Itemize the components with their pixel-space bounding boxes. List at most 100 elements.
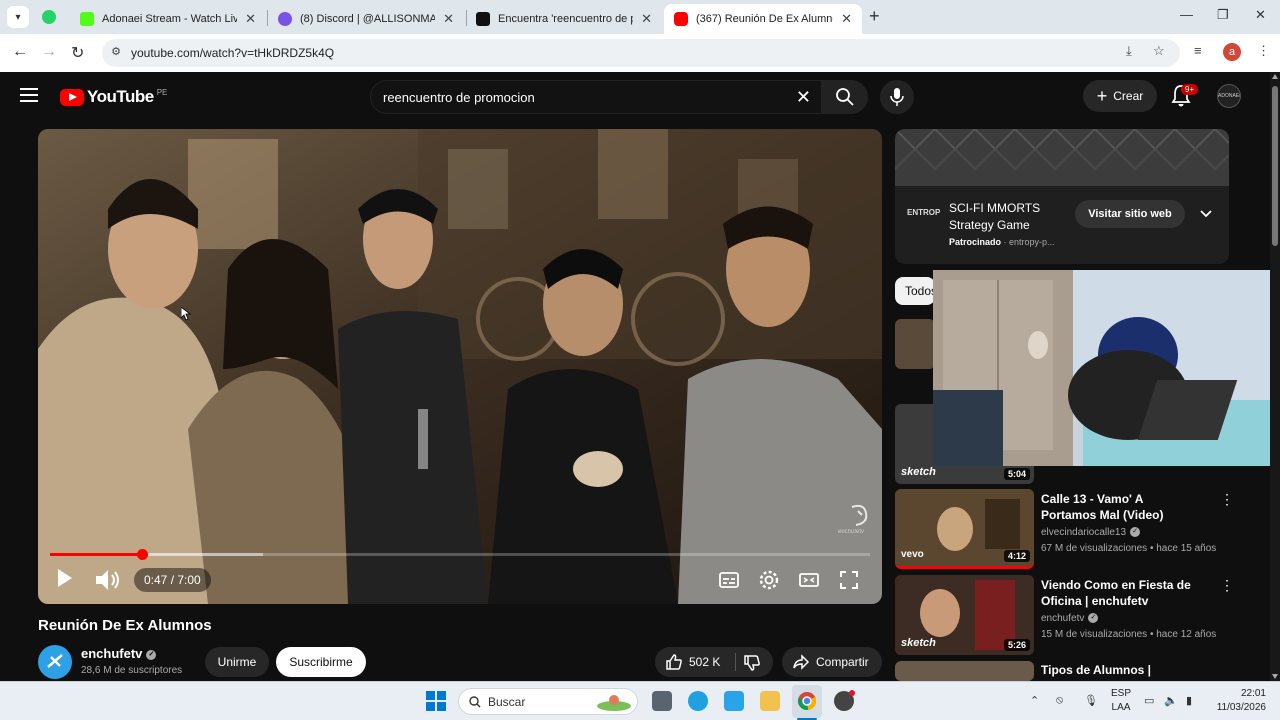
recommendation-channel-name: enchufetv	[1041, 613, 1085, 624]
notifications-badge: 9+	[1181, 84, 1199, 95]
vevo-mark: vevo	[901, 549, 924, 560]
speaker-icon[interactable]: 🔈	[1164, 694, 1178, 707]
recommendation-title[interactable]: Calle 13 - Vamo' A Portamos Mal (Video)	[1041, 491, 1201, 523]
file-explorer-icon[interactable]	[760, 691, 780, 711]
lang-line-2: LAA	[1111, 702, 1131, 713]
like-count[interactable]: 502 K	[689, 655, 720, 669]
close-tab-icon[interactable]: ✕	[443, 11, 454, 27]
task-view-icon[interactable]	[652, 691, 672, 711]
address-bar[interactable]: ⚙ youtube.com/watch?v=tHkDRDZ5k4Q	[102, 39, 1180, 67]
create-button[interactable]: + Crear	[1083, 80, 1157, 112]
chrome-icon[interactable]	[797, 691, 817, 711]
new-tab-button[interactable]: +	[869, 6, 880, 27]
more-actions-icon[interactable]: ⋮	[1220, 662, 1226, 681]
tab-tiktok[interactable]: Encuentra 'reencuentro de pr ✕	[466, 4, 662, 34]
recommendation-thumbnail[interactable]	[895, 319, 935, 369]
theater-mode-icon[interactable]	[798, 569, 820, 591]
ad-card[interactable]: ENTROP SCI-FI MMORTS Strategy Game Patro…	[895, 186, 1229, 264]
forward-button[interactable]: →	[41, 43, 57, 61]
tab-title: (367) Reunión De Ex Alumnos	[696, 13, 834, 25]
store-icon[interactable]	[724, 691, 744, 711]
taskbar-search[interactable]: Buscar	[458, 688, 638, 715]
show-hidden-icons[interactable]: ⌃	[1030, 694, 1039, 707]
clear-search-icon[interactable]: ✕	[796, 87, 811, 108]
tab-search-button[interactable]: ▾	[7, 6, 29, 28]
recommendation-thumbnail[interactable]: vevo 4:12	[895, 489, 1034, 569]
close-tab-icon[interactable]: ✕	[641, 11, 652, 27]
recommendation-title[interactable]: Tipos de Alumnos | enchufetv	[1041, 662, 1201, 681]
scrollbar-thumb[interactable]	[1272, 86, 1278, 246]
guide-menu-icon[interactable]	[20, 88, 38, 102]
video-player[interactable]: enchufetv 0:47 / 7:00	[38, 129, 882, 604]
chip-all[interactable]: Todos	[895, 277, 937, 305]
play-icon[interactable]	[52, 566, 76, 590]
more-actions-icon[interactable]: ⋮	[1220, 491, 1234, 508]
browser-profile-avatar[interactable]: a	[1223, 43, 1241, 61]
windows-start-icon[interactable]	[426, 691, 446, 711]
close-tab-icon[interactable]: ✕	[841, 11, 852, 27]
close-tab-icon[interactable]: ✕	[245, 11, 256, 27]
ad-banner-image[interactable]	[895, 129, 1229, 186]
subscribe-button[interactable]: Suscribirme	[276, 647, 366, 677]
settings-gear-icon[interactable]	[758, 569, 780, 591]
like-icon[interactable]	[665, 653, 683, 671]
recommendation-thumbnail[interactable]	[895, 661, 1034, 681]
recommendation-channel[interactable]: elvecindariocalle13 ✓	[1041, 527, 1141, 538]
bookmark-star-icon[interactable]: ☆	[1153, 43, 1165, 59]
youtube-wordmark: YouTube	[87, 87, 154, 106]
account-avatar[interactable]: ADONAEI	[1217, 84, 1241, 108]
search-input[interactable]: reencuentro de promocion ✕	[370, 80, 822, 114]
scroll-down-arrow-icon[interactable]	[1272, 674, 1278, 679]
youtube-logo[interactable]: YouTube PE	[60, 87, 167, 107]
install-app-icon[interactable]: ⤓	[1126, 43, 1132, 59]
close-window-button[interactable]: ✕	[1255, 7, 1266, 23]
system-clock[interactable]: 22:01 11/03/2026	[1210, 687, 1266, 715]
fullscreen-icon[interactable]	[838, 569, 860, 591]
page-scrollbar[interactable]	[1270, 72, 1280, 681]
edge-icon[interactable]	[688, 691, 708, 711]
volume-icon[interactable]	[93, 566, 123, 594]
video-title: Reunión De Ex Alumnos	[38, 617, 212, 634]
more-actions-icon[interactable]: ⋮	[1220, 577, 1234, 594]
tab-youtube-active[interactable]: (367) Reunión De Ex Alumnos ✕	[664, 4, 862, 34]
video-duration: 5:26	[1003, 639, 1030, 651]
media-controls-icon[interactable]: ≡	[1194, 43, 1202, 58]
whatsapp-pinned-tab-icon[interactable]	[42, 10, 56, 24]
channel-avatar[interactable]	[38, 645, 72, 679]
recommendation-meta: 67 M de visualizaciones • hace 15 años	[1041, 543, 1217, 554]
search-button[interactable]	[822, 80, 868, 114]
tab-adonaei-stream[interactable]: Adonaei Stream - Watch Live o ✕	[70, 4, 266, 34]
meet-now-icon[interactable]: ⦸	[1056, 694, 1063, 707]
input-language[interactable]: ESP LAA	[1108, 687, 1134, 715]
minimize-window-button[interactable]: —	[1180, 7, 1193, 22]
site-info-icon[interactable]: ⚙	[108, 45, 124, 61]
youtube-icon	[674, 12, 688, 26]
restore-window-button[interactable]: ❐	[1217, 7, 1229, 23]
tab-discord[interactable]: (8) Discord | @ALLISONMARIA ✕	[268, 4, 464, 34]
voice-search-button[interactable]	[880, 80, 914, 114]
battery-icon[interactable]: ▮	[1186, 694, 1192, 707]
ad-title[interactable]: SCI-FI MMORTS Strategy Game	[949, 200, 1069, 234]
like-divider	[735, 653, 736, 671]
recommendation-title[interactable]: Viendo Como en Fiesta de Oficina | enchu…	[1041, 577, 1201, 609]
recommendation-thumbnail[interactable]: sketch 5:26	[895, 575, 1034, 655]
dislike-icon[interactable]	[743, 654, 761, 672]
share-button[interactable]: Compartir	[782, 647, 882, 677]
tab-title: (8) Discord | @ALLISONMARIA	[300, 13, 436, 25]
video-duration: 4:12	[1003, 550, 1030, 562]
reload-button[interactable]: ↻	[71, 43, 84, 63]
channel-name-row[interactable]: enchufetv ✓	[81, 646, 157, 661]
microphone-tray-icon[interactable]: 🎙	[1084, 694, 1098, 707]
seek-bar[interactable]	[50, 549, 870, 560]
subtitles-icon[interactable]	[718, 569, 740, 591]
chevron-down-icon[interactable]	[1199, 206, 1213, 220]
recommendation-channel[interactable]: enchufetv ✓	[1041, 613, 1099, 624]
ad-logo: ENTROP	[907, 208, 941, 217]
scroll-up-arrow-icon[interactable]	[1272, 74, 1278, 79]
seek-handle[interactable]	[136, 549, 148, 560]
visit-site-button[interactable]: Visitar sitio web	[1075, 200, 1185, 228]
network-icon[interactable]: ▭	[1144, 694, 1154, 707]
back-button[interactable]: ←	[12, 43, 28, 61]
join-button[interactable]: Unirme	[205, 647, 269, 677]
browser-menu-icon[interactable]: ⋮	[1257, 43, 1270, 59]
